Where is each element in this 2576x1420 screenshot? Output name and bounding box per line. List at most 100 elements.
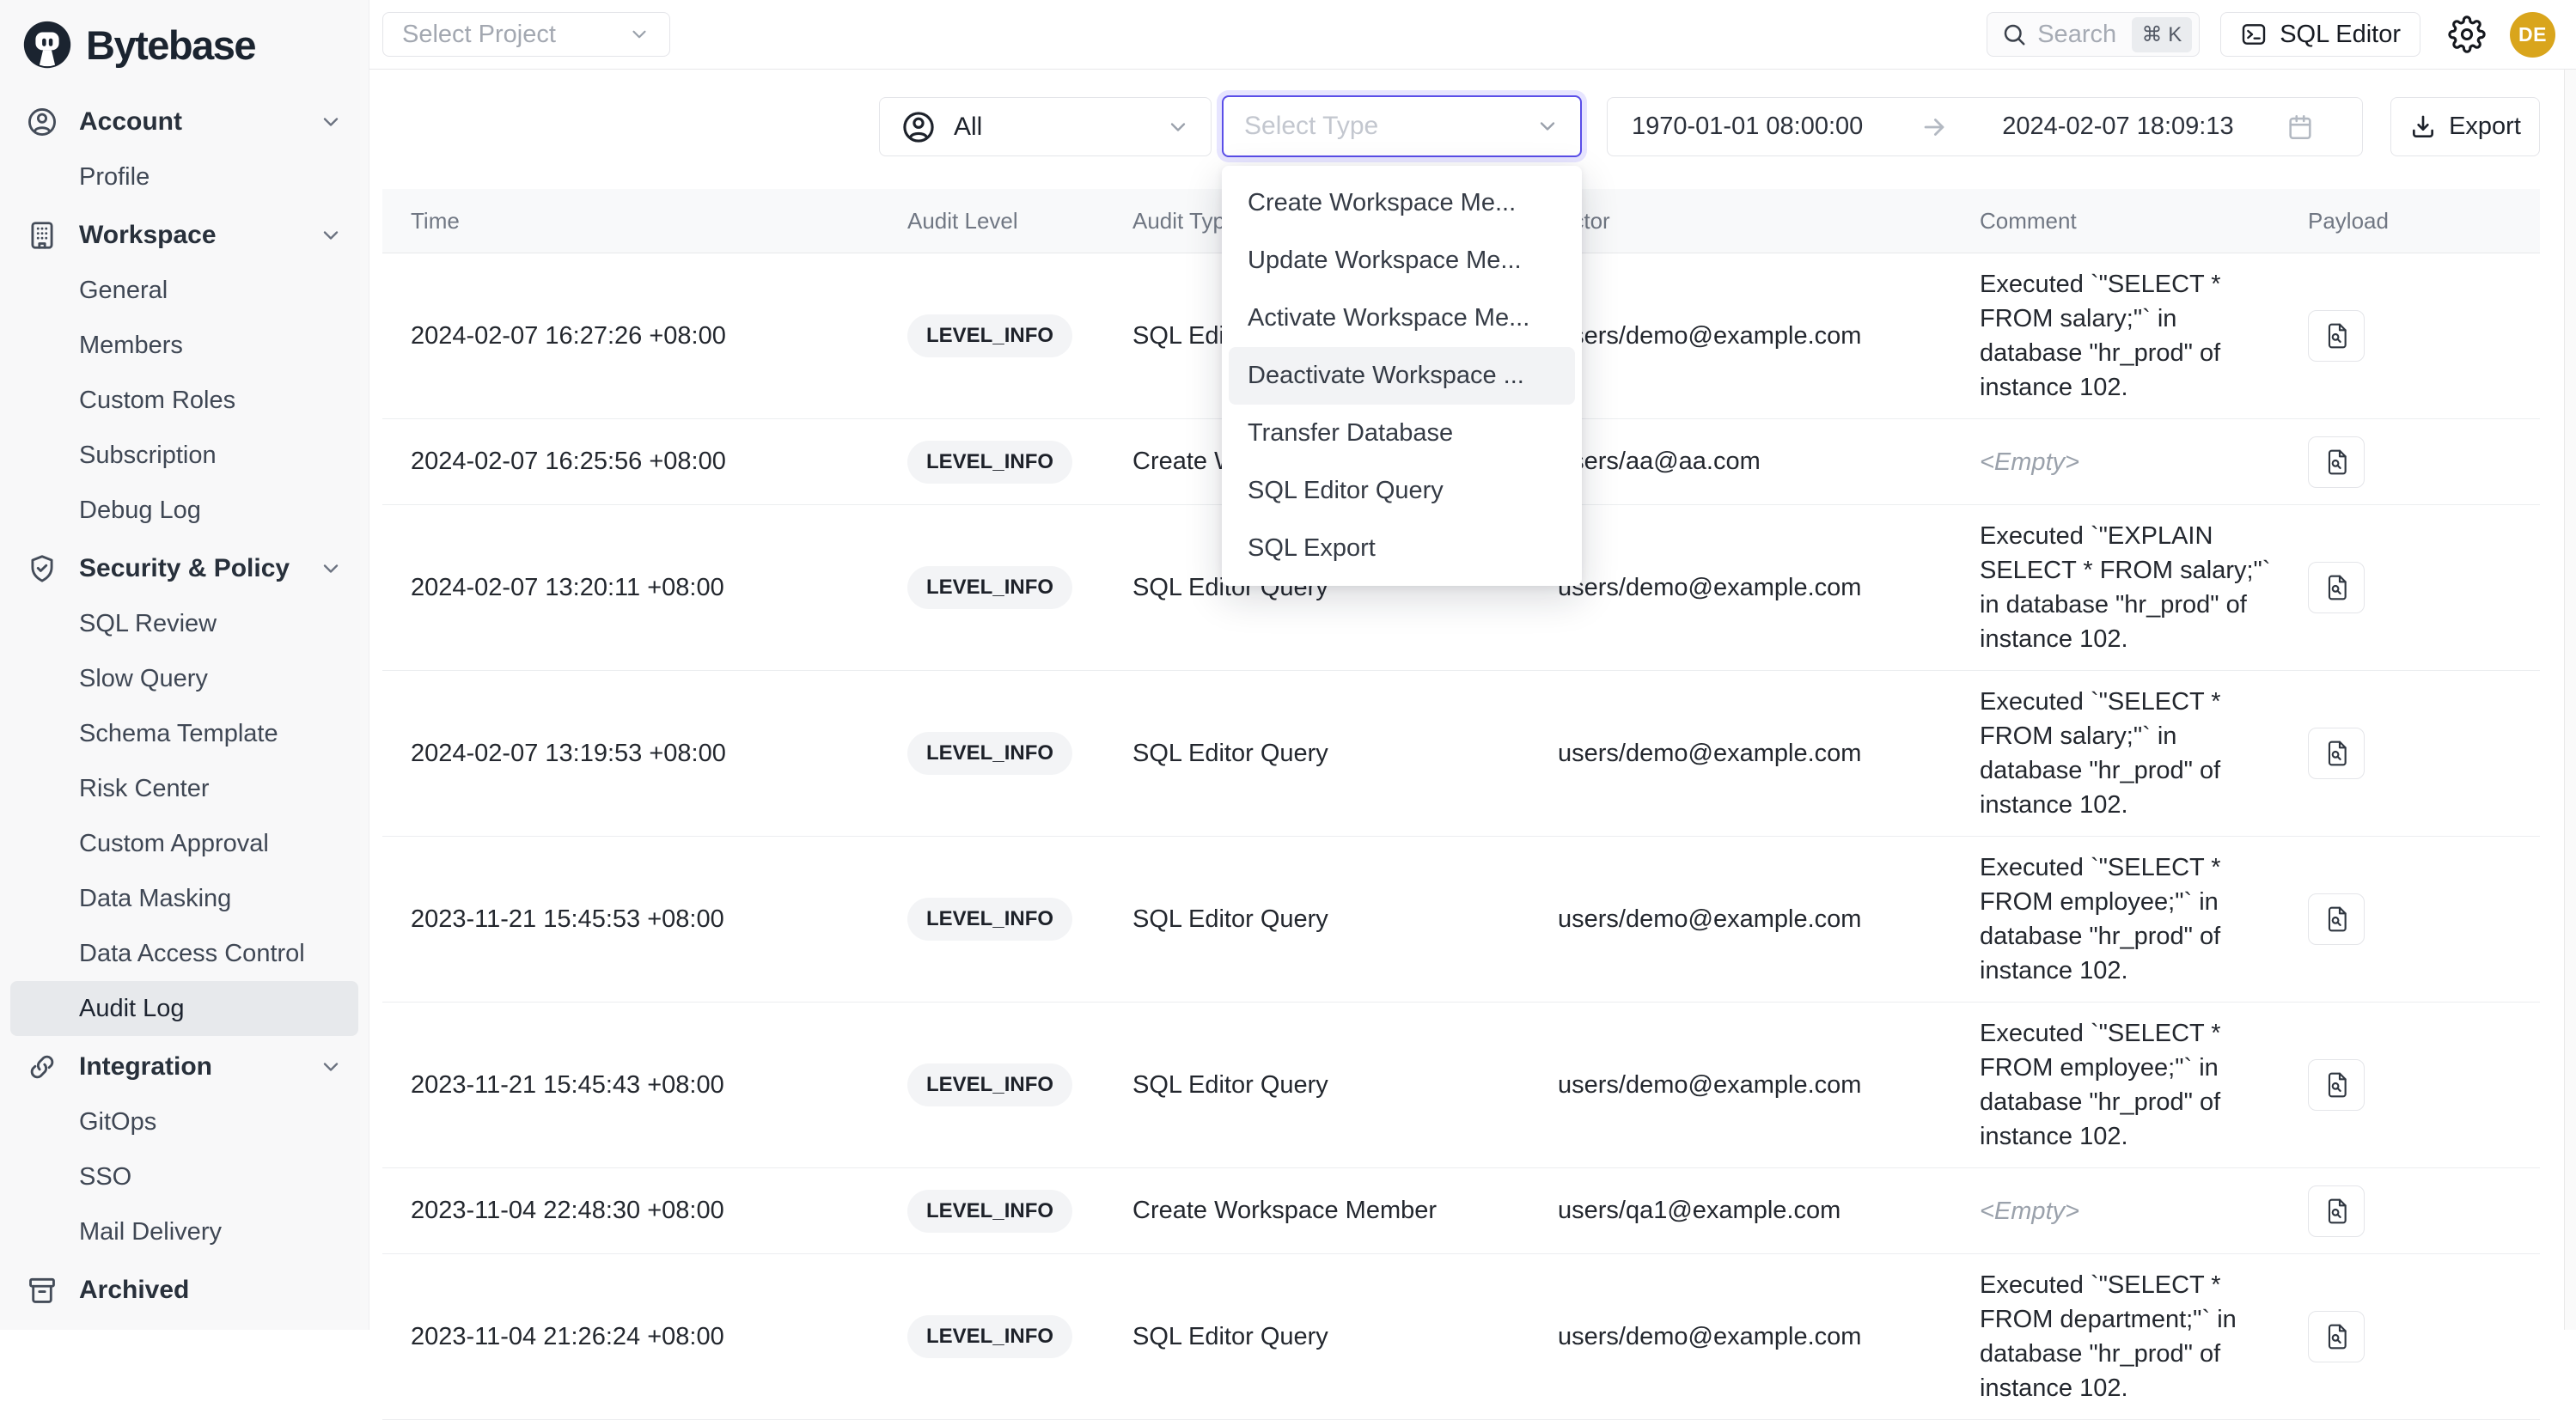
type-menu-item[interactable]: Transfer Database <box>1229 405 1575 462</box>
audit-type: Create Workspace Member <box>1132 1197 1558 1225</box>
file-search-icon <box>2323 905 2350 933</box>
audit-time: 2024-02-07 16:27:26 +08:00 <box>382 322 907 350</box>
file-search-icon <box>2323 448 2350 476</box>
payload-button[interactable] <box>2308 1311 2365 1362</box>
payload-button[interactable] <box>2308 1185 2365 1237</box>
audit-actor: users/demo@example.com <box>1558 1071 1980 1100</box>
chevron-down-icon <box>1535 114 1560 138</box>
file-search-icon <box>2323 1198 2350 1225</box>
audit-time: 2023-11-04 22:48:30 +08:00 <box>382 1197 907 1225</box>
sidebar-section-account[interactable]: Account <box>0 94 369 149</box>
sidebar-item-schema-template[interactable]: Schema Template <box>10 706 358 761</box>
payload-button[interactable] <box>2308 893 2365 945</box>
audit-time: 2023-11-21 15:45:43 +08:00 <box>382 1071 907 1100</box>
audit-level-badge: LEVEL_INFO <box>907 898 1072 941</box>
sidebar-item-mail-delivery[interactable]: Mail Delivery <box>10 1204 358 1259</box>
sidebar-item-custom-approval[interactable]: Custom Approval <box>10 816 358 871</box>
building-icon <box>26 219 58 252</box>
sidebar-item-profile[interactable]: Profile <box>10 149 358 204</box>
table-row: 2024-02-07 13:19:53 +08:00 LEVEL_INFO SQ… <box>382 671 2540 837</box>
sidebar-item-members[interactable]: Members <box>10 318 358 373</box>
table-row: 2023-11-21 15:45:53 +08:00 LEVEL_INFO SQ… <box>382 837 2540 1003</box>
search-placeholder: Search <box>2037 21 2121 49</box>
audit-comment: Executed `"EXPLAIN SELECT * FROM salary;… <box>1980 505 2308 670</box>
audit-actor: users/demo@example.com <box>1558 1323 1980 1351</box>
bytebase-logo[interactable]: Bytebase <box>0 0 369 77</box>
sidebar-item-gitops[interactable]: GitOps <box>10 1094 358 1149</box>
export-label: Export <box>2449 113 2521 141</box>
sidebar-section-workspace[interactable]: Workspace <box>0 208 369 263</box>
user-circle-icon <box>900 109 937 145</box>
actor-filter-select[interactable]: All <box>879 97 1212 156</box>
date-range-picker[interactable]: 1970-01-01 08:00:00 2024-02-07 18:09:13 <box>1607 97 2363 156</box>
sidebar-section-integration[interactable]: Integration <box>0 1039 369 1094</box>
audit-level-badge: LEVEL_INFO <box>907 314 1072 357</box>
sidebar-item-sso[interactable]: SSO <box>10 1149 358 1204</box>
table-row: 2023-11-04 21:26:24 +08:00 LEVEL_INFO SQ… <box>382 1254 2540 1420</box>
audit-comment: Executed `"SELECT * FROM salary;"` in da… <box>1980 253 2308 418</box>
sidebar-section-archived[interactable]: Archived <box>0 1263 369 1318</box>
audit-comment: Executed `"SELECT * FROM employee;"` in … <box>1980 837 2308 1002</box>
sidebar-item-subscription[interactable]: Subscription <box>10 428 358 483</box>
type-menu-item[interactable]: SQL Export <box>1229 520 1575 577</box>
date-from: 1970-01-01 08:00:00 <box>1632 113 1863 141</box>
bytebase-logo-icon <box>22 20 72 70</box>
type-filter-menu: Create Workspace Me...Update Workspace M… <box>1222 166 1582 586</box>
audit-level-badge: LEVEL_INFO <box>907 732 1072 775</box>
search-input[interactable]: Search ⌘ K <box>1987 12 2200 57</box>
payload-button[interactable] <box>2308 728 2365 779</box>
gear-icon[interactable] <box>2448 15 2486 53</box>
shield-check-icon <box>26 552 58 585</box>
audit-actor: users/demo@example.com <box>1558 574 1980 602</box>
type-menu-item[interactable]: Update Workspace Me... <box>1229 232 1575 289</box>
sidebar: Bytebase Account Profile Workspace Gener… <box>0 0 369 1330</box>
sidebar-item-slow-query[interactable]: Slow Query <box>10 651 358 706</box>
audit-comment: Executed `"SELECT * FROM employee;"` in … <box>1980 1003 2308 1167</box>
type-menu-item[interactable]: Activate Workspace Me... <box>1229 289 1575 347</box>
audit-type: SQL Editor Query <box>1132 1071 1558 1100</box>
topbar: Select Project Search ⌘ K SQL Editor DE <box>369 0 2576 70</box>
sql-editor-button[interactable]: SQL Editor <box>2220 12 2420 57</box>
sidebar-item-general[interactable]: General <box>10 263 358 318</box>
type-filter-select[interactable]: Select Type <box>1222 95 1582 157</box>
arrow-right-icon <box>1920 113 1949 142</box>
audit-actor: users/demo@example.com <box>1558 740 1980 768</box>
audit-actor: users/demo@example.com <box>1558 322 1980 350</box>
export-button[interactable]: Export <box>2390 97 2540 156</box>
sql-editor-label: SQL Editor <box>2280 21 2401 49</box>
user-circle-icon <box>26 106 58 138</box>
payload-button[interactable] <box>2308 436 2365 488</box>
type-menu-item[interactable]: Deactivate Workspace ... <box>1229 347 1575 405</box>
sidebar-item-risk-center[interactable]: Risk Center <box>10 761 358 816</box>
sidebar-nav: Account Profile Workspace GeneralMembers… <box>0 77 369 1318</box>
file-search-icon <box>2323 322 2350 350</box>
audit-actor: users/demo@example.com <box>1558 905 1980 934</box>
audit-level-badge: LEVEL_INFO <box>907 566 1072 609</box>
chevron-down-icon <box>1166 115 1190 139</box>
project-select[interactable]: Select Project <box>382 12 670 57</box>
sidebar-item-audit-log[interactable]: Audit Log <box>10 981 358 1036</box>
chevron-down-icon <box>319 110 343 134</box>
sidebar-item-sql-review[interactable]: SQL Review <box>10 596 358 651</box>
sidebar-item-debug-log[interactable]: Debug Log <box>10 483 358 538</box>
terminal-icon <box>2240 21 2268 48</box>
audit-level-badge: LEVEL_INFO <box>907 441 1072 484</box>
file-search-icon <box>2323 574 2350 601</box>
payload-button[interactable] <box>2308 310 2365 362</box>
type-menu-item[interactable]: Create Workspace Me... <box>1229 174 1575 232</box>
sidebar-section-security-policy[interactable]: Security & Policy <box>0 541 369 596</box>
audit-type: SQL Editor Query <box>1132 740 1558 768</box>
avatar[interactable]: DE <box>2510 12 2555 58</box>
file-search-icon <box>2323 740 2350 767</box>
type-menu-item[interactable]: SQL Editor Query <box>1229 462 1575 520</box>
payload-button[interactable] <box>2308 1059 2365 1111</box>
sidebar-item-data-access-control[interactable]: Data Access Control <box>10 926 358 981</box>
sidebar-item-data-masking[interactable]: Data Masking <box>10 871 358 926</box>
column-header-audit-level: Audit Level <box>907 208 1132 235</box>
file-search-icon <box>2323 1323 2350 1350</box>
payload-button[interactable] <box>2308 562 2365 613</box>
vertical-scrollbar[interactable] <box>2564 70 2576 1330</box>
actor-filter-value: All <box>954 113 1149 142</box>
sidebar-item-custom-roles[interactable]: Custom Roles <box>10 373 358 428</box>
audit-time: 2024-02-07 13:20:11 +08:00 <box>382 574 907 602</box>
